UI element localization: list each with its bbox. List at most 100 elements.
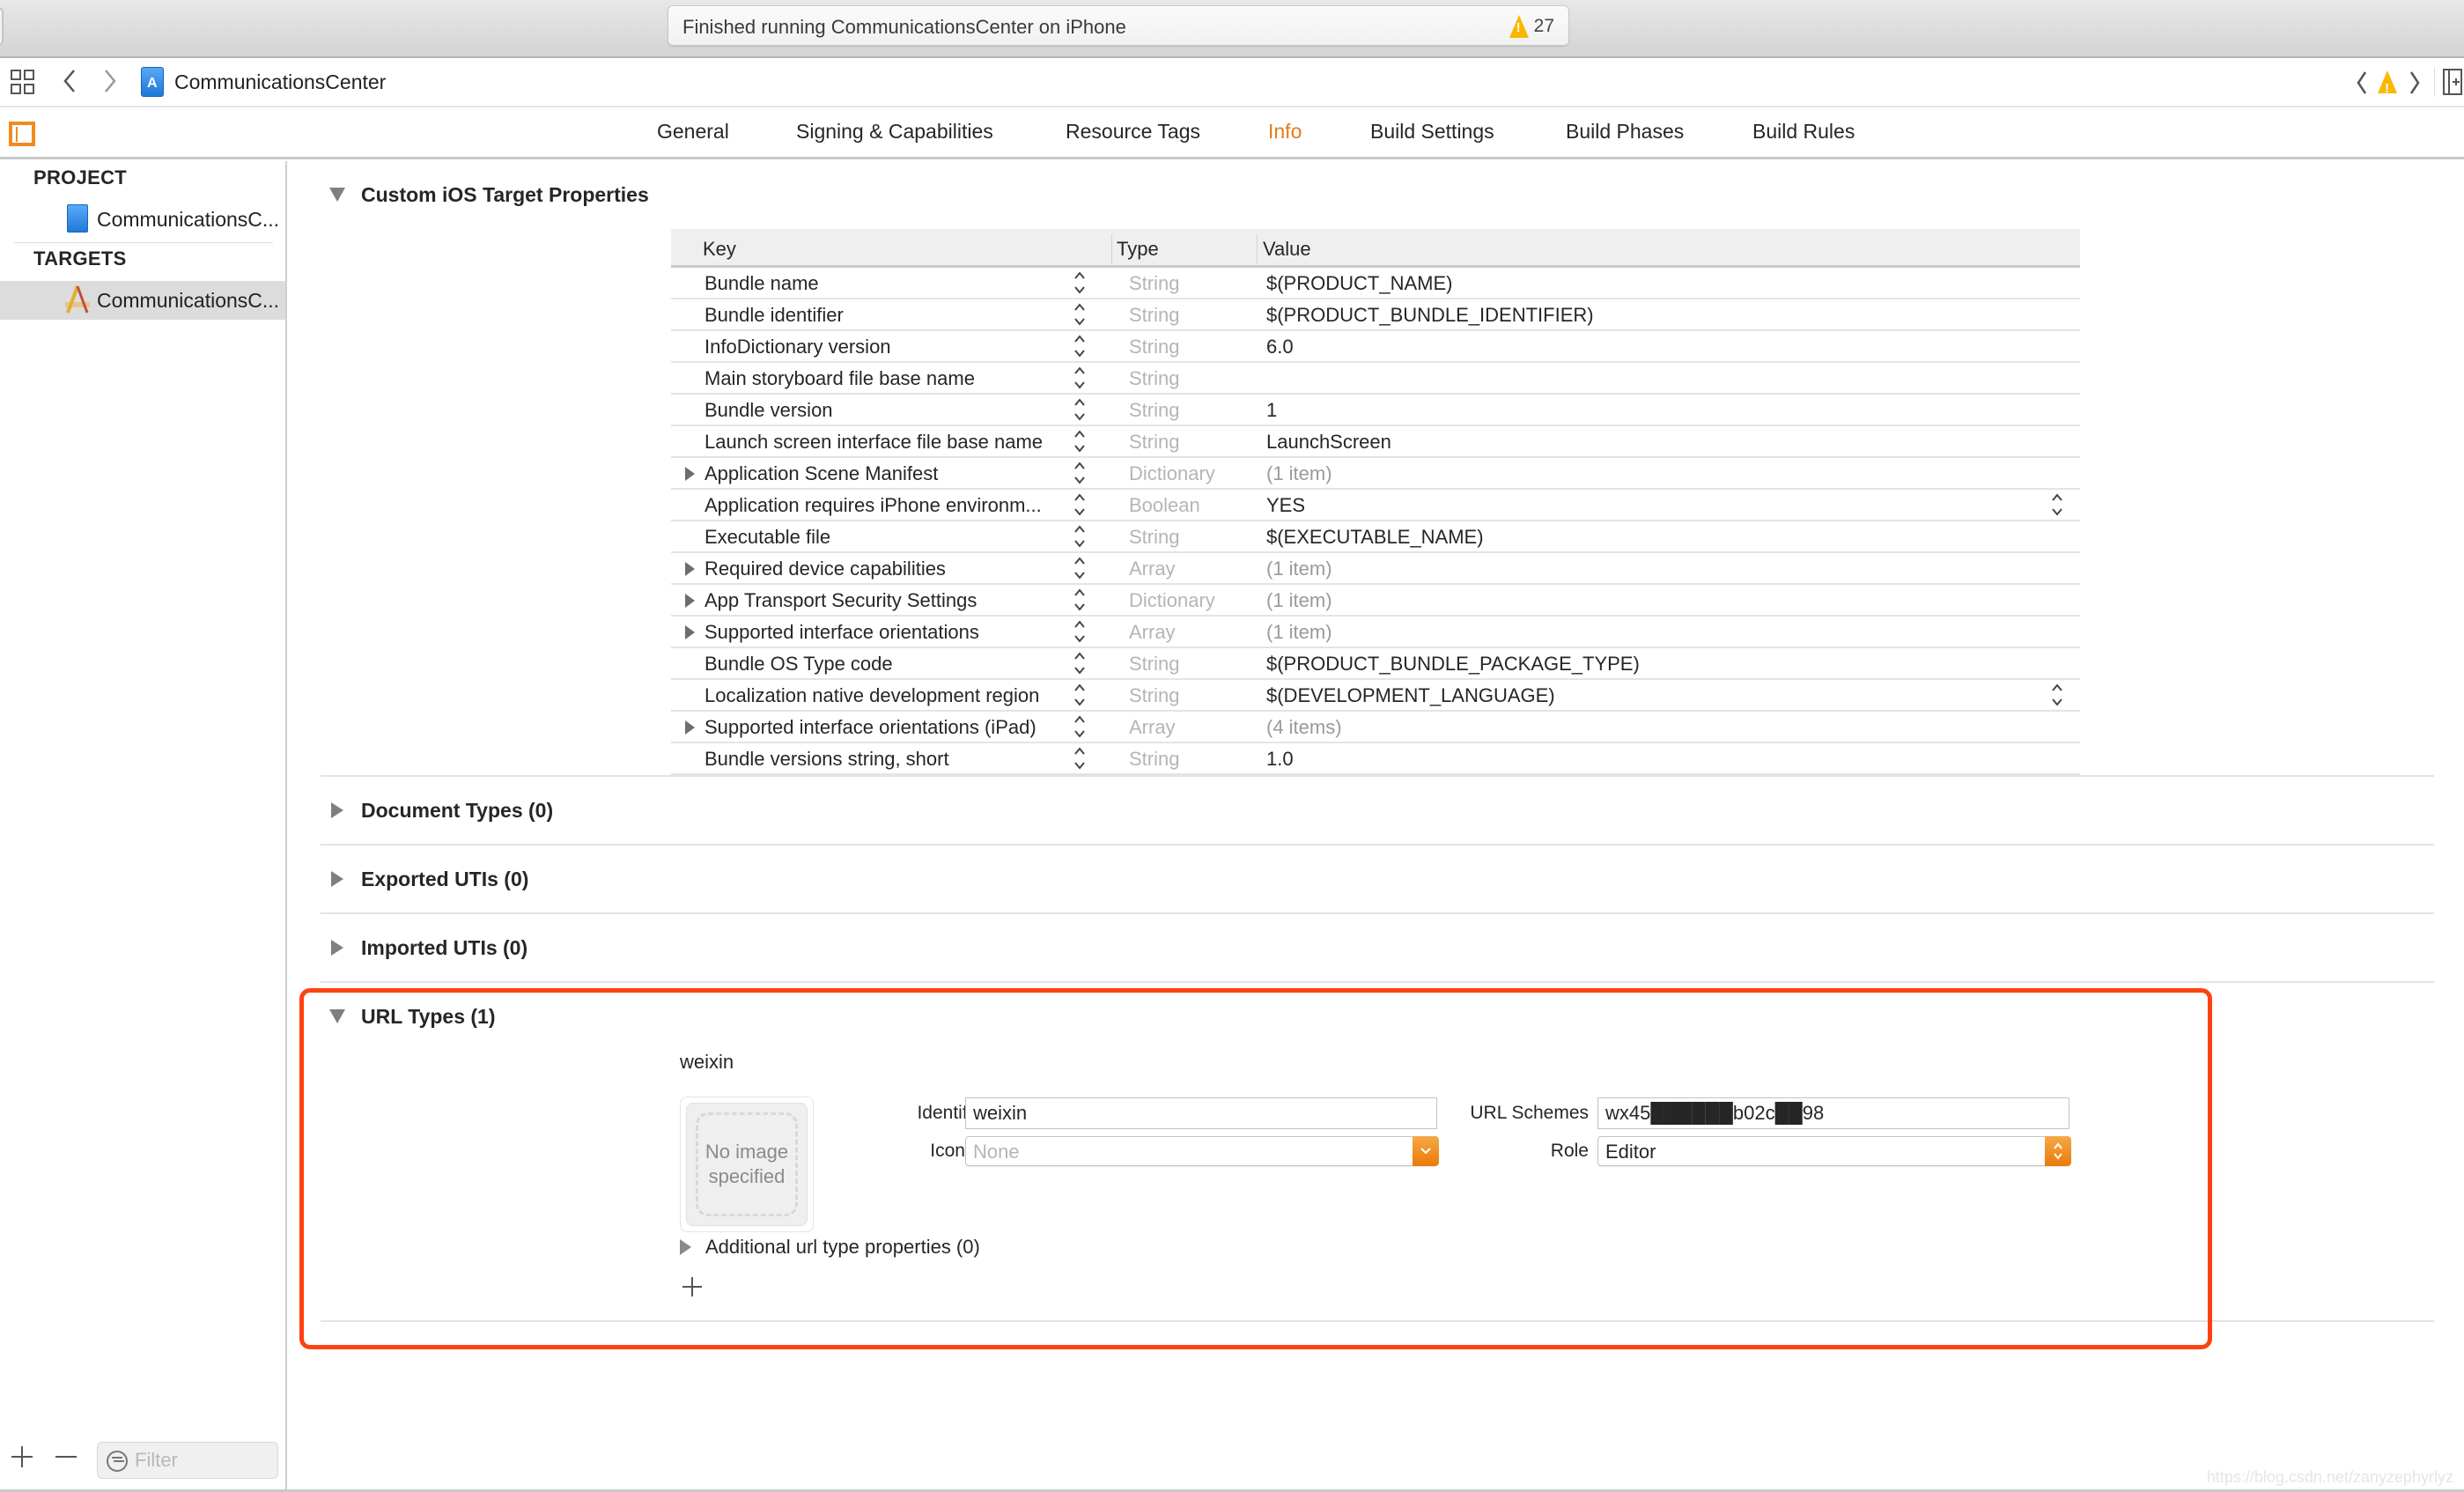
back-chevron-icon[interactable] (62, 67, 77, 100)
key-stepper-icon[interactable] (1073, 365, 1087, 391)
row-type[interactable]: Dictionary (1129, 462, 1215, 485)
url-schemes-field[interactable] (1597, 1097, 2069, 1129)
row-key[interactable]: Localization native development region (705, 684, 1039, 707)
row-type[interactable]: String (1129, 431, 1179, 454)
next-issue-icon[interactable] (2408, 69, 2422, 102)
disclosure-closed-icon[interactable] (331, 871, 343, 887)
add-editor-icon[interactable] (2443, 69, 2462, 100)
row-key[interactable]: Application requires iPhone environm... (705, 494, 1042, 517)
row-key[interactable]: Supported interface orientations (705, 621, 979, 644)
disclosure-closed-icon[interactable] (680, 1239, 691, 1255)
column-header-type[interactable]: Type (1117, 238, 1159, 261)
row-value[interactable]: (1 item) (1266, 462, 1332, 485)
row-type[interactable]: String (1129, 272, 1179, 295)
key-stepper-icon[interactable] (1073, 428, 1087, 454)
forward-chevron-icon[interactable] (102, 67, 118, 100)
row-value[interactable]: YES (1266, 494, 1305, 517)
table-row[interactable]: Application Scene Manifest Dictionary (1 i… (671, 458, 2080, 490)
previous-issue-icon[interactable] (2355, 69, 2369, 102)
sidebar-item-target[interactable]: CommunicationsC... (0, 281, 285, 320)
row-type[interactable]: String (1129, 684, 1179, 707)
row-value[interactable]: $(PRODUCT_BUNDLE_PACKAGE_TYPE) (1266, 653, 1640, 676)
tab-general[interactable]: General (657, 120, 729, 144)
tab-resource-tags[interactable]: Resource Tags (1066, 120, 1200, 144)
row-key[interactable]: InfoDictionary version (705, 336, 891, 358)
row-value[interactable]: 6.0 (1266, 336, 1294, 358)
row-key[interactable]: Bundle versions string, short (705, 748, 949, 771)
key-stepper-icon[interactable] (1073, 587, 1087, 613)
row-value[interactable]: 1 (1266, 399, 1277, 422)
row-type[interactable]: Array (1129, 621, 1176, 644)
row-key[interactable]: App Transport Security Settings (705, 589, 977, 612)
tab-info[interactable]: Info (1268, 120, 1302, 144)
table-row[interactable]: Bundle versions string, short String 1.0 (671, 743, 2080, 775)
up-down-chevron-icon[interactable] (2045, 1136, 2071, 1166)
value-stepper-icon[interactable] (2050, 491, 2064, 518)
column-divider[interactable] (1111, 234, 1112, 264)
row-type[interactable]: String (1129, 653, 1179, 676)
identifier-field[interactable] (965, 1097, 1437, 1129)
additional-properties-toggle[interactable]: Additional url type properties (0) (680, 1236, 980, 1259)
icon-combobox[interactable]: None (965, 1136, 1439, 1166)
key-stepper-icon[interactable] (1073, 682, 1087, 708)
row-type[interactable]: String (1129, 399, 1179, 422)
tab-build-phases[interactable]: Build Phases (1566, 120, 1684, 144)
disclosure-open-icon[interactable] (329, 188, 345, 202)
related-items-icon[interactable] (11, 70, 37, 94)
window-control-edge[interactable] (0, 7, 4, 46)
remove-target-button[interactable] (55, 1444, 77, 1474)
table-row[interactable]: Executable file String $(EXECUTABLE_NAME) (671, 521, 2080, 553)
value-stepper-icon[interactable] (2050, 682, 2064, 708)
key-stepper-icon[interactable] (1073, 301, 1087, 328)
row-value[interactable]: $(PRODUCT_NAME) (1266, 272, 1452, 295)
row-value[interactable]: (1 item) (1266, 558, 1332, 580)
table-row[interactable]: Bundle name String $(PRODUCT_NAME) (671, 268, 2080, 299)
table-row[interactable]: App Transport Security Settings Dictionar… (671, 585, 2080, 617)
row-type[interactable]: Boolean (1129, 494, 1200, 517)
add-target-button[interactable] (11, 1444, 33, 1474)
row-key[interactable]: Application Scene Manifest (705, 462, 938, 485)
disclosure-closed-icon[interactable] (331, 940, 343, 956)
section-document-types[interactable]: Document Types (0) (289, 793, 553, 828)
table-row[interactable]: Supported interface orientations (iPad) A… (671, 712, 2080, 743)
section-imported-utis[interactable]: Imported UTIs (0) (289, 930, 527, 965)
row-type[interactable]: String (1129, 304, 1179, 327)
filter-field[interactable] (97, 1442, 278, 1479)
section-custom-properties[interactable]: Custom iOS Target Properties (289, 177, 649, 212)
table-row[interactable]: Launch screen interface file base name St… (671, 426, 2080, 458)
disclosure-closed-icon[interactable] (685, 720, 695, 735)
key-stepper-icon[interactable] (1073, 333, 1087, 359)
row-key[interactable]: Bundle name (705, 272, 819, 295)
row-value[interactable]: (1 item) (1266, 589, 1332, 612)
breadcrumb-project[interactable]: CommunicationsCenter (174, 70, 386, 94)
key-stepper-icon[interactable] (1073, 460, 1087, 486)
sidebar-item-project[interactable]: CommunicationsC... (0, 200, 285, 239)
table-row[interactable]: Application requires iPhone environm... B… (671, 490, 2080, 521)
disclosure-closed-icon[interactable] (685, 594, 695, 608)
filter-input[interactable] (135, 1448, 267, 1473)
column-divider[interactable] (1257, 234, 1258, 264)
key-stepper-icon[interactable] (1073, 713, 1087, 740)
row-key[interactable]: Launch screen interface file base name (705, 431, 1043, 454)
column-header-key[interactable]: Key (703, 238, 736, 261)
sidebar-toggle-icon[interactable] (9, 122, 35, 146)
row-value[interactable]: (4 items) (1266, 716, 1342, 739)
row-value[interactable]: $(EXECUTABLE_NAME) (1266, 526, 1484, 549)
row-type[interactable]: Dictionary (1129, 589, 1215, 612)
row-type[interactable]: String (1129, 336, 1179, 358)
key-stepper-icon[interactable] (1073, 745, 1087, 772)
row-type[interactable]: Array (1129, 716, 1176, 739)
section-url-types[interactable]: URL Types (1) (289, 999, 496, 1034)
row-key[interactable]: Required device capabilities (705, 558, 946, 580)
row-value[interactable]: $(PRODUCT_BUNDLE_IDENTIFIER) (1266, 304, 1594, 327)
table-row[interactable]: Bundle version String 1 (671, 395, 2080, 426)
key-stepper-icon[interactable] (1073, 396, 1087, 423)
disclosure-closed-icon[interactable] (685, 467, 695, 481)
row-value[interactable]: $(DEVELOPMENT_LANGUAGE) (1266, 684, 1555, 707)
disclosure-closed-icon[interactable] (685, 562, 695, 576)
key-stepper-icon[interactable] (1073, 523, 1087, 550)
row-value[interactable]: (1 item) (1266, 621, 1332, 644)
add-url-type-button[interactable] (682, 1273, 703, 1303)
table-row[interactable]: Required device capabilities Array (1 item… (671, 553, 2080, 585)
row-key[interactable]: Main storyboard file base name (705, 367, 975, 390)
